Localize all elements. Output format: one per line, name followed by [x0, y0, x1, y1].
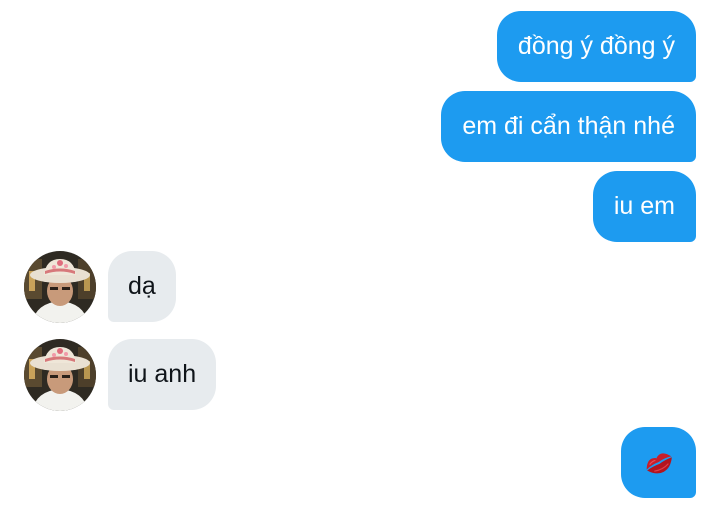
message-text: em đi cẩn thận nhé [462, 112, 675, 140]
avatar-photo-icon [24, 339, 96, 411]
avatar-photo-icon [24, 251, 96, 323]
avatar[interactable] [24, 251, 96, 323]
received-message-bubble[interactable]: dạ [108, 251, 176, 322]
message-text: đồng ý đồng ý [517, 32, 675, 60]
sent-message-bubble[interactable] [621, 427, 696, 498]
sent-message-bubble[interactable]: em đi cẩn thận nhé [441, 91, 696, 162]
message-text: dạ [128, 272, 156, 300]
message-text: iu em [613, 192, 675, 220]
message-text: iu anh [128, 360, 197, 388]
sent-message-bubble[interactable]: iu em [592, 171, 696, 242]
sent-message-bubble[interactable]: đồng ý đồng ý [496, 11, 696, 82]
received-message-bubble[interactable]: iu anh [108, 339, 217, 410]
kiss-mark-icon [646, 452, 672, 473]
avatar[interactable] [24, 339, 96, 411]
